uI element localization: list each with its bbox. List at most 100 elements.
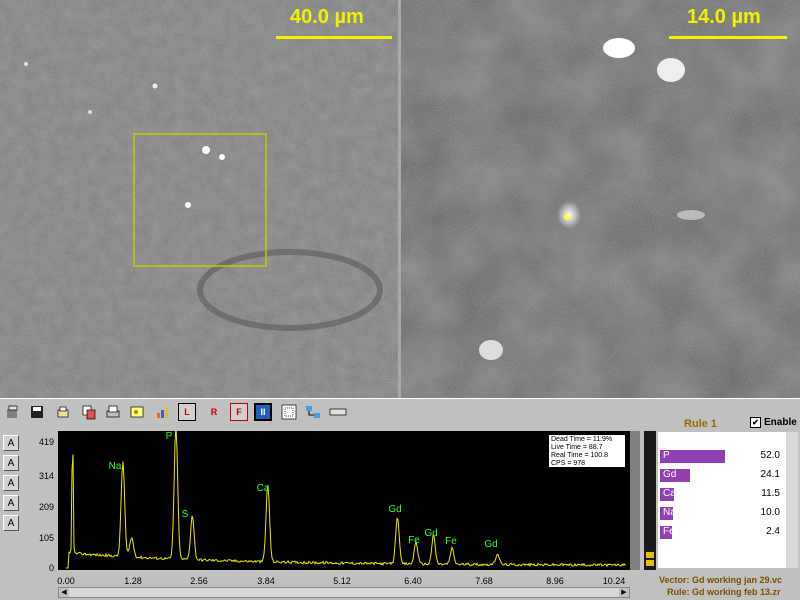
- element-symbol: Gd: [663, 469, 677, 480]
- l-button[interactable]: L: [178, 403, 196, 421]
- grid-icon[interactable]: [280, 403, 298, 421]
- element-symbol: P: [663, 450, 670, 461]
- y-tick: 314: [38, 471, 54, 481]
- zoom-buttons: A A A A A: [0, 430, 22, 540]
- network-icon[interactable]: [304, 403, 322, 421]
- zoom-button-1[interactable]: A: [3, 435, 19, 451]
- spectrum-svg: [66, 425, 627, 569]
- rule-label: Rule: Gd working feb 13.zr: [667, 587, 781, 597]
- x-tick: 5.12: [333, 576, 351, 586]
- rule-title: Rule 1: [684, 418, 718, 430]
- bright-particle: [152, 83, 158, 89]
- checkbox-icon[interactable]: ✔: [750, 417, 761, 428]
- peak-label: Gd: [424, 528, 438, 539]
- probe-marker: [564, 214, 570, 220]
- spectrum-horizontal-scrollbar[interactable]: ◀ ▶: [58, 587, 630, 598]
- scale-bar-left: [276, 36, 392, 39]
- element-row[interactable]: P 52.0: [658, 448, 786, 464]
- peak-label: Gd: [388, 504, 402, 515]
- dead-time: Dead Time = 11.9%: [551, 436, 613, 443]
- peak-label: Fe: [408, 535, 420, 546]
- bright-particle: [657, 58, 685, 82]
- y-tick: 105: [38, 533, 54, 543]
- scale-label-left: 40.0 µm: [290, 6, 364, 28]
- peak-label: S: [181, 509, 189, 520]
- bright-particle: [88, 110, 92, 114]
- y-tick: 209: [38, 502, 54, 512]
- real-time: Real Time = 100.8: [551, 452, 609, 459]
- print-preview-icon[interactable]: [54, 403, 72, 421]
- element-symbol: Na: [663, 507, 676, 518]
- bright-particle: [219, 154, 225, 160]
- sem-image-right-texture: [401, 0, 800, 398]
- peak-label: Fe: [445, 536, 457, 547]
- x-tick: 0.00: [57, 576, 75, 586]
- vector-label: Vector: Gd working jan 29.vc: [659, 575, 783, 585]
- bright-particle: [479, 340, 503, 360]
- enable-checkbox[interactable]: ✔ Enable: [750, 417, 797, 428]
- x-tick: 1.28: [124, 576, 142, 586]
- copy-icon[interactable]: [80, 403, 98, 421]
- level-meter: [644, 431, 656, 570]
- acquisition-stats: Dead Time = 11.9% Live Time = 88.7 Real …: [548, 434, 626, 468]
- element-value: 11.5: [761, 488, 780, 499]
- cps: CPS = 978: [551, 460, 586, 467]
- element-row[interactable]: Gd 24.1: [658, 467, 786, 483]
- peak-label: Ca: [256, 483, 270, 494]
- scroll-right-icon[interactable]: ▶: [619, 588, 629, 597]
- x-tick: 7.68: [475, 576, 493, 586]
- live-time: Live Time = 88.7: [551, 444, 603, 451]
- sem-image-left-texture: [0, 0, 398, 398]
- print-icon[interactable]: [104, 403, 122, 421]
- enable-label: Enable: [764, 417, 797, 428]
- spectrum-line: [66, 425, 627, 569]
- bright-particle: [202, 146, 210, 154]
- x-tick: 2.56: [190, 576, 208, 586]
- element-value: 24.1: [760, 469, 780, 480]
- element-row[interactable]: Fe 2.4: [658, 524, 786, 540]
- pause-icon[interactable]: II: [254, 403, 272, 421]
- image-icon[interactable]: [128, 403, 146, 421]
- element-row[interactable]: Na 10.0: [658, 505, 786, 521]
- save-icon[interactable]: [28, 403, 46, 421]
- scroll-left-icon[interactable]: ◀: [59, 588, 69, 597]
- rule-value: Gd working feb 13.zr: [692, 587, 781, 597]
- element-value: 2.4: [766, 526, 780, 537]
- x-tick: 3.84: [257, 576, 275, 586]
- y-tick: 419: [38, 437, 54, 447]
- rule-scrollbar[interactable]: [786, 432, 798, 568]
- bright-particle: [677, 210, 705, 220]
- scale-label-right: 14.0 µm: [687, 6, 761, 28]
- r-button[interactable]: R: [205, 403, 223, 421]
- bright-particle: [185, 202, 191, 208]
- zoom-button-3[interactable]: A: [3, 475, 19, 491]
- y-tick: 0: [48, 563, 54, 573]
- x-tick: 10.24: [602, 576, 626, 586]
- zoom-button-4[interactable]: A: [3, 495, 19, 511]
- element-table: P 52.0 Gd 24.1 Ca 11.5 Na 10.0 Fe 2.4: [658, 432, 786, 568]
- open-icon[interactable]: [4, 403, 22, 421]
- peak-label: P: [165, 431, 173, 442]
- f-button[interactable]: F: [230, 403, 248, 421]
- ruler-icon[interactable]: [328, 403, 348, 421]
- peak-label: Gd: [484, 539, 498, 550]
- spectrum-plot[interactable]: [58, 425, 630, 570]
- chart-icon[interactable]: [154, 403, 172, 421]
- spectrum-vertical-scrollbar[interactable]: [630, 431, 640, 570]
- element-value: 10.0: [760, 507, 780, 518]
- element-symbol: Ca: [663, 488, 676, 499]
- bright-particle: [603, 38, 635, 58]
- sem-image-left[interactable]: 40.0 µm: [0, 0, 398, 398]
- scale-bar-right: [669, 36, 787, 39]
- zoom-button-5[interactable]: A: [3, 515, 19, 531]
- vector-value: Gd working jan 29.vc: [692, 575, 783, 585]
- element-symbol: Fe: [663, 526, 675, 537]
- zoom-button-2[interactable]: A: [3, 455, 19, 471]
- element-value: 52.0: [760, 450, 780, 461]
- bright-particle: [24, 62, 28, 66]
- element-row[interactable]: Ca 11.5: [658, 486, 786, 502]
- peak-label: Na: [108, 461, 122, 472]
- x-tick: 6.40: [404, 576, 422, 586]
- sem-image-right[interactable]: 14.0 µm: [401, 0, 800, 398]
- x-tick: 8.96: [546, 576, 564, 586]
